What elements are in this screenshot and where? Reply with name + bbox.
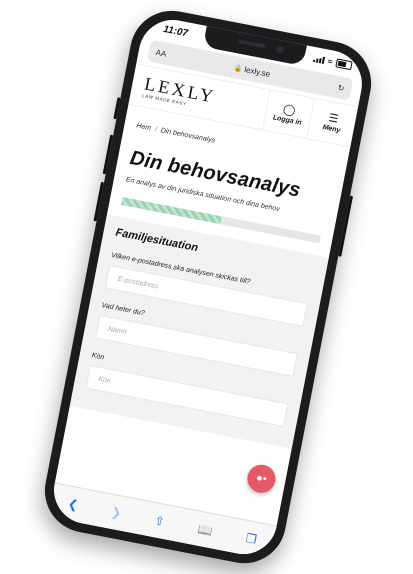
breadcrumb-current: Din behovsanalys bbox=[160, 127, 216, 145]
status-time: 11:07 bbox=[162, 23, 189, 39]
silent-switch bbox=[113, 97, 121, 120]
user-icon: ◯ bbox=[282, 103, 297, 118]
wifi-icon: ≈ bbox=[327, 56, 334, 66]
text-size-button[interactable]: AA bbox=[155, 47, 167, 58]
phone-screen: 11:07 ≈ AA 🔒lexly.se ↻ LEXLY LAW MADE EA… bbox=[48, 14, 368, 560]
gender-placeholder: Kön bbox=[97, 375, 112, 385]
status-system-icons: ≈ bbox=[312, 53, 353, 70]
reload-icon[interactable]: ↻ bbox=[337, 83, 345, 93]
signal-icon bbox=[312, 54, 325, 64]
camera-icon bbox=[275, 45, 285, 54]
breadcrumb-home[interactable]: Hem bbox=[136, 122, 152, 132]
speaker-grille bbox=[238, 39, 267, 49]
volume-down-button bbox=[93, 181, 105, 222]
phone-frame: 11:07 ≈ AA 🔒lexly.se ↻ LEXLY LAW MADE EA… bbox=[37, 3, 379, 571]
battery-icon bbox=[335, 57, 353, 70]
page-content: Hem / Din behovsanalys Din behovsanalys En… bbox=[69, 120, 347, 449]
share-icon[interactable]: ⇧ bbox=[153, 513, 166, 529]
breadcrumb-separator: / bbox=[154, 126, 158, 134]
name-placeholder: Namn bbox=[107, 325, 128, 336]
bookmarks-icon[interactable]: 📖 bbox=[197, 522, 214, 539]
menu-label: Meny bbox=[321, 123, 341, 135]
url-text: lexly.se bbox=[243, 64, 272, 79]
chat-icon: ●• bbox=[255, 471, 268, 486]
menu-button[interactable]: ☰ Meny bbox=[306, 98, 359, 147]
stage: 11:07 ≈ AA 🔒lexly.se ↻ LEXLY LAW MADE EA… bbox=[0, 0, 413, 574]
power-button bbox=[338, 195, 354, 257]
chat-button[interactable]: ●• bbox=[244, 462, 278, 496]
family-section: Familjesituation Vilken e-postadress ska… bbox=[69, 214, 329, 449]
forward-icon[interactable]: ❯ bbox=[110, 505, 123, 521]
login-button[interactable]: ◯ Logga in bbox=[262, 90, 314, 139]
browser-toolbar: ❮ ❯ ⇧ 📖 ❐ bbox=[48, 482, 277, 560]
hamburger-icon: ☰ bbox=[327, 112, 340, 126]
volume-up-button bbox=[102, 134, 114, 175]
tabs-icon[interactable]: ❐ bbox=[245, 531, 258, 547]
back-icon[interactable]: ❮ bbox=[67, 496, 80, 512]
url-field[interactable]: 🔒lexly.se bbox=[233, 63, 272, 79]
lock-icon: 🔒 bbox=[233, 64, 244, 74]
login-label: Logga in bbox=[272, 114, 303, 127]
email-placeholder: E-postadress bbox=[117, 275, 160, 290]
